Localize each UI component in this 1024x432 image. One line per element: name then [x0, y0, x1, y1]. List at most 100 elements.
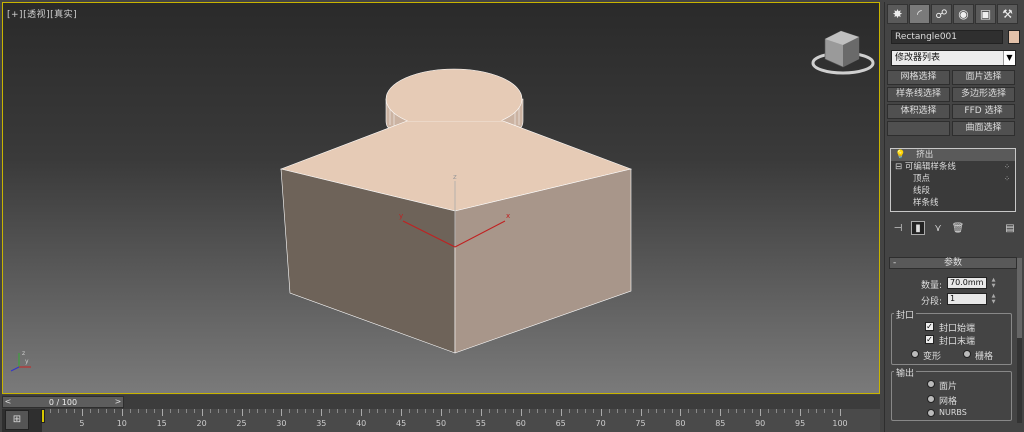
- ruler-tick: [568, 409, 570, 413]
- ruler-label: 15: [156, 419, 167, 428]
- ruler-tick: [321, 409, 323, 416]
- ruler-label: 70: [595, 419, 606, 428]
- scene-canvas[interactable]: z y x z y: [3, 3, 880, 394]
- scrollbar-thumb[interactable]: [1017, 258, 1022, 338]
- ruler-tick: [704, 409, 706, 413]
- axis-tripod-icon: z y: [10, 350, 31, 372]
- ruler-tick: [337, 409, 339, 413]
- collapse-rollout-icon[interactable]: -: [893, 258, 896, 268]
- ruler-tick: [608, 409, 610, 413]
- ruler-label: 20: [196, 419, 207, 428]
- surface-select-button[interactable]: 曲面选择: [952, 121, 1015, 136]
- object-name-field[interactable]: Rectangle001: [891, 30, 1003, 44]
- poly-select-button[interactable]: 多边形选择: [952, 87, 1015, 102]
- command-panel-tabs: ✸ ◜ ☍ ◉ ▣ ⚒: [887, 4, 1023, 24]
- collapse-icon[interactable]: ⊟: [895, 162, 902, 172]
- ruler-tick: [201, 409, 203, 416]
- ruler-tick: [65, 409, 67, 413]
- svg-text:y: y: [25, 358, 29, 365]
- grid-radio[interactable]: [963, 350, 971, 358]
- parameters-rollout[interactable]: - 参数: [889, 257, 1017, 269]
- amount-field[interactable]: 70.0mm: [947, 277, 987, 289]
- configure-sets-icon[interactable]: ▤: [1003, 221, 1017, 235]
- ruler-tick: [648, 409, 650, 413]
- stack-item-extrude[interactable]: 💡 挤出: [891, 149, 1015, 161]
- ruler-label: 25: [236, 419, 247, 428]
- ruler-tick: [744, 409, 746, 413]
- viewcube-icon[interactable]: [811, 30, 875, 75]
- ruler-tick: [345, 409, 347, 413]
- ruler-label: 30: [276, 419, 287, 428]
- ruler-tick: [832, 409, 834, 413]
- panel-scrollbar[interactable]: [1017, 258, 1022, 423]
- cap-start-checkbox[interactable]: ✓: [925, 322, 934, 331]
- modifier-stack[interactable]: 💡 挤出 ⊟ 可编辑样条线 ⁘ 顶点 ⁘ 线段 样条线: [890, 148, 1016, 212]
- nurbs-radio[interactable]: [927, 409, 935, 417]
- ruler-tick: [480, 409, 482, 416]
- svg-text:y: y: [399, 212, 403, 220]
- ffd-select-button[interactable]: FFD 选择: [952, 104, 1015, 119]
- modifier-buttons: 网格选择 面片选择 样条线选择 多边形选择 体积选择 FFD 选择 曲面选择: [887, 70, 1017, 136]
- ruler-tick: [752, 409, 754, 413]
- volume-select-button[interactable]: 体积选择: [887, 104, 950, 119]
- ruler-tick: [528, 409, 530, 413]
- empty-modifier-button[interactable]: [887, 121, 950, 136]
- create-tab-icon[interactable]: ✸: [887, 4, 908, 24]
- next-frame-button[interactable]: >: [113, 396, 123, 408]
- lightbulb-icon[interactable]: 💡: [895, 150, 906, 160]
- segments-spinner-icon[interactable]: ▲ ▼: [990, 293, 997, 305]
- ruler-tick: [776, 409, 778, 413]
- modifier-list-dropdown[interactable]: 修改器列表 ▼: [891, 50, 1016, 66]
- show-end-result-icon[interactable]: ▮: [911, 221, 925, 235]
- amount-spinner-icon[interactable]: ▲ ▼: [990, 277, 997, 289]
- morph-radio[interactable]: [911, 350, 919, 358]
- pin-stack-icon[interactable]: ⊣: [891, 221, 905, 235]
- hierarchy-tab-icon[interactable]: ☍: [931, 4, 952, 24]
- segments-field[interactable]: 1: [947, 293, 987, 305]
- modify-tab-icon[interactable]: ◜: [909, 4, 930, 24]
- patch-radio[interactable]: [927, 380, 935, 388]
- mesh-select-button[interactable]: 网格选择: [887, 70, 950, 85]
- track-bar-icon[interactable]: ⊞: [5, 410, 29, 430]
- svg-text:z: z: [22, 350, 25, 357]
- ruler-tick: [624, 409, 626, 413]
- ruler-tick: [193, 409, 195, 413]
- ruler-tick: [361, 409, 363, 416]
- ruler-tick: [544, 409, 546, 413]
- remove-modifier-icon[interactable]: 🗑: [951, 221, 965, 235]
- extruded-shape[interactable]: [279, 68, 633, 354]
- ruler-tick: [592, 409, 594, 413]
- object-color-swatch[interactable]: [1008, 30, 1020, 44]
- viewport-label[interactable]: [+][透视][真实]: [7, 7, 77, 20]
- ruler-tick: [257, 409, 259, 413]
- ruler-tick: [448, 409, 450, 413]
- time-slider[interactable]: < 0 / 100 >: [2, 396, 124, 408]
- display-tab-icon[interactable]: ▣: [975, 4, 996, 24]
- segments-label: 分段:: [921, 297, 943, 307]
- stack-item-editable-spline[interactable]: ⊟ 可编辑样条线 ⁘: [891, 161, 1015, 173]
- time-ruler[interactable]: 5 10 15 20 25 30 35 40 45 50 55 60 65 70 75 80 85 90 95 100: [42, 409, 880, 432]
- stack-item-spline[interactable]: 样条线: [891, 197, 1015, 209]
- dropdown-arrow-icon[interactable]: ▼: [1003, 51, 1015, 65]
- patch-select-button[interactable]: 面片选择: [952, 70, 1015, 85]
- spline-select-button[interactable]: 样条线选择: [887, 87, 950, 102]
- current-frame-marker[interactable]: [41, 409, 45, 423]
- stack-item-vertex[interactable]: 顶点 ⁘: [891, 173, 1015, 185]
- utilities-tab-icon[interactable]: ⚒: [997, 4, 1018, 24]
- ruler-tick: [385, 409, 387, 413]
- stack-item-segment[interactable]: 线段: [891, 185, 1015, 197]
- ruler-tick: [137, 409, 139, 413]
- perspective-viewport[interactable]: z y x z y [+][透视][真实]: [2, 2, 880, 394]
- cap-end-checkbox[interactable]: ✓: [925, 335, 934, 344]
- ruler-tick: [177, 409, 179, 413]
- cap-group-label: 封口: [894, 308, 917, 321]
- ruler-tick: [584, 409, 586, 413]
- ruler-tick: [488, 409, 490, 413]
- ruler-tick: [409, 409, 411, 413]
- ruler-tick: [441, 409, 442, 416]
- mesh-radio[interactable]: [927, 395, 935, 403]
- ruler-tick: [824, 409, 826, 413]
- motion-tab-icon[interactable]: ◉: [953, 4, 974, 24]
- make-unique-icon[interactable]: ⋎: [931, 221, 945, 235]
- ruler-tick: [209, 409, 211, 413]
